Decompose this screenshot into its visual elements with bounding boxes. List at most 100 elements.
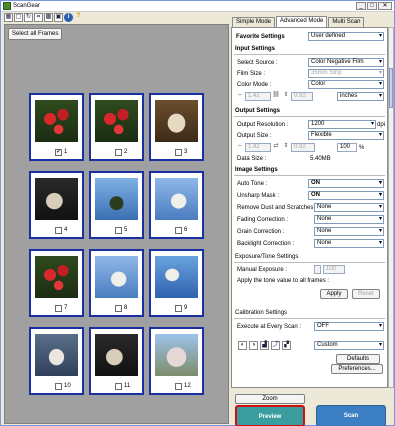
scan-button[interactable]: Scan <box>316 405 386 426</box>
input-unit-select[interactable]: inches <box>337 92 384 101</box>
dust-scratches-select[interactable]: None <box>314 203 384 212</box>
minimize-button[interactable]: _ <box>356 2 366 10</box>
tone-preset-select[interactable]: Custom <box>314 341 384 350</box>
frame-checkbox[interactable] <box>115 149 122 156</box>
frame-thumbnail[interactable]: 3 <box>149 93 204 161</box>
info-icon[interactable]: i <box>64 13 73 22</box>
calibration-header: Calibration Settings <box>234 310 385 319</box>
select-all-frames-button[interactable]: Select all Frames <box>8 28 63 40</box>
frame-thumbnail[interactable]: 9 <box>149 249 204 317</box>
frame-checkbox[interactable] <box>175 383 182 390</box>
window-controls: _ □ ✕ <box>356 2 392 10</box>
maximize-button[interactable]: □ <box>367 2 377 10</box>
apply-button[interactable]: Apply <box>320 289 348 299</box>
frame-thumbnail[interactable]: 11 <box>89 327 144 395</box>
frame-number: 9 <box>184 305 188 311</box>
close-button[interactable]: ✕ <box>378 2 392 10</box>
favorite-settings-select[interactable]: User defined <box>308 32 384 41</box>
output-scale-field[interactable]: 100 <box>337 143 357 152</box>
frame-image[interactable] <box>155 100 198 142</box>
contrast-icon[interactable]: ◑ <box>249 341 258 350</box>
frame-thumbnail[interactable]: 6 <box>149 171 204 239</box>
backlight-correction-select[interactable]: None <box>314 239 384 248</box>
frame-checkbox[interactable] <box>55 227 62 234</box>
frame-image[interactable] <box>155 178 198 220</box>
zoom-icon[interactable]: ▣ <box>54 13 63 22</box>
data-size-value: 5.40MB <box>310 156 331 162</box>
input-settings-header: Input Settings <box>234 46 385 55</box>
swap-icon[interactable]: ⇄ <box>272 143 280 151</box>
output-resolution-select[interactable]: 1200 <box>308 120 376 129</box>
output-size-select[interactable]: Flexible <box>308 131 384 140</box>
frame-thumbnail[interactable]: 4 <box>29 171 84 239</box>
frame-checkbox[interactable] <box>115 383 122 390</box>
frame-image[interactable] <box>35 256 78 298</box>
advanced-settings-panel: Favorite Settings User defined Input Set… <box>231 27 388 388</box>
histogram-icon[interactable]: ▟ <box>260 341 269 350</box>
manual-exposure-checkbox[interactable] <box>314 265 321 274</box>
scrollbar-thumb[interactable] <box>389 68 393 108</box>
frame-checkbox[interactable] <box>175 227 182 234</box>
frame-thumbnail[interactable]: ✔ 1 <box>29 93 84 161</box>
frame-checkbox[interactable] <box>55 305 62 312</box>
frame-thumbnail[interactable]: 7 <box>29 249 84 317</box>
crop-icon[interactable]: ⌗ <box>34 13 43 22</box>
whole-image-icon[interactable]: ▢ <box>14 13 23 22</box>
threshold-icon[interactable]: ▞ <box>282 341 291 350</box>
output-width-field[interactable]: 1.42 <box>245 143 271 152</box>
preview-button[interactable]: Preview <box>235 405 305 426</box>
execute-every-scan-select[interactable]: OFF <box>314 322 384 331</box>
frame-image[interactable] <box>95 178 138 220</box>
tab-advanced-mode[interactable]: Advanced Mode <box>276 16 328 27</box>
grain-correction-select[interactable]: None <box>314 227 384 236</box>
frame-thumbnail[interactable]: 5 <box>89 171 144 239</box>
tone-curve-icon[interactable]: ⤴ <box>271 341 280 350</box>
frame-thumbnail[interactable]: 12 <box>149 327 204 395</box>
input-width-field[interactable]: 1.42 <box>245 92 271 101</box>
thumbnail-icon[interactable]: ▦ <box>4 13 13 22</box>
frame-thumbnail[interactable]: 8 <box>89 249 144 317</box>
execute-every-scan-label: Execute at Every Scan : <box>237 324 302 330</box>
frame-image[interactable] <box>155 334 198 376</box>
settings-scrollbar[interactable] <box>388 27 394 388</box>
help-icon[interactable]: ? <box>74 13 83 22</box>
unsharp-mask-select[interactable]: ON <box>308 191 384 200</box>
manual-exposure-field[interactable]: 100 <box>323 265 345 274</box>
color-mode-select[interactable]: Color <box>308 80 384 89</box>
frame-number: 7 <box>64 305 68 311</box>
preferences-button[interactable]: Preferences... <box>331 364 383 374</box>
auto-tone-select[interactable]: ON <box>308 179 384 188</box>
frame-checkbox[interactable] <box>115 227 122 234</box>
frame-image[interactable] <box>95 100 138 142</box>
width-icon: ⇔ <box>237 143 243 149</box>
mode-tabs: Simple Mode Advanced Mode Multi Scan <box>232 16 365 27</box>
output-height-field[interactable]: 0.92 <box>291 143 315 152</box>
frame-image[interactable] <box>35 178 78 220</box>
frame-thumbnail[interactable]: 10 <box>29 327 84 395</box>
defaults-button[interactable]: Defaults <box>336 354 380 364</box>
fading-correction-select[interactable]: None <box>314 215 384 224</box>
frame-checkbox[interactable] <box>175 149 182 156</box>
frame-checkbox[interactable] <box>175 305 182 312</box>
zoom-button[interactable]: Zoom <box>235 394 305 404</box>
rotate-icon[interactable]: ↻ <box>24 13 33 22</box>
frame-image[interactable] <box>155 256 198 298</box>
frame-thumbnail[interactable]: 2 <box>89 93 144 161</box>
tab-multi-scan[interactable]: Multi Scan <box>328 17 365 27</box>
film-size-select[interactable]: 35mm Strip <box>308 69 384 78</box>
lock-aspect-icon[interactable]: ⛓ <box>272 92 280 100</box>
select-all-icon[interactable]: ▩ <box>44 13 53 22</box>
reset-button[interactable]: Reset <box>352 289 380 299</box>
select-source-select[interactable]: Color Negative Film <box>308 58 384 67</box>
title-bar: ScanGear _ □ ✕ <box>1 1 394 12</box>
input-height-field[interactable]: 0.92 <box>291 92 313 101</box>
frame-checkbox[interactable]: ✔ <box>55 149 62 156</box>
frame-checkbox[interactable] <box>115 305 122 312</box>
frame-image[interactable] <box>95 334 138 376</box>
frame-checkbox[interactable] <box>55 383 62 390</box>
frame-image[interactable] <box>95 256 138 298</box>
frame-image[interactable] <box>35 100 78 142</box>
tab-simple-mode[interactable]: Simple Mode <box>232 17 276 27</box>
brightness-icon[interactable]: ◐ <box>238 341 247 350</box>
frame-image[interactable] <box>35 334 78 376</box>
